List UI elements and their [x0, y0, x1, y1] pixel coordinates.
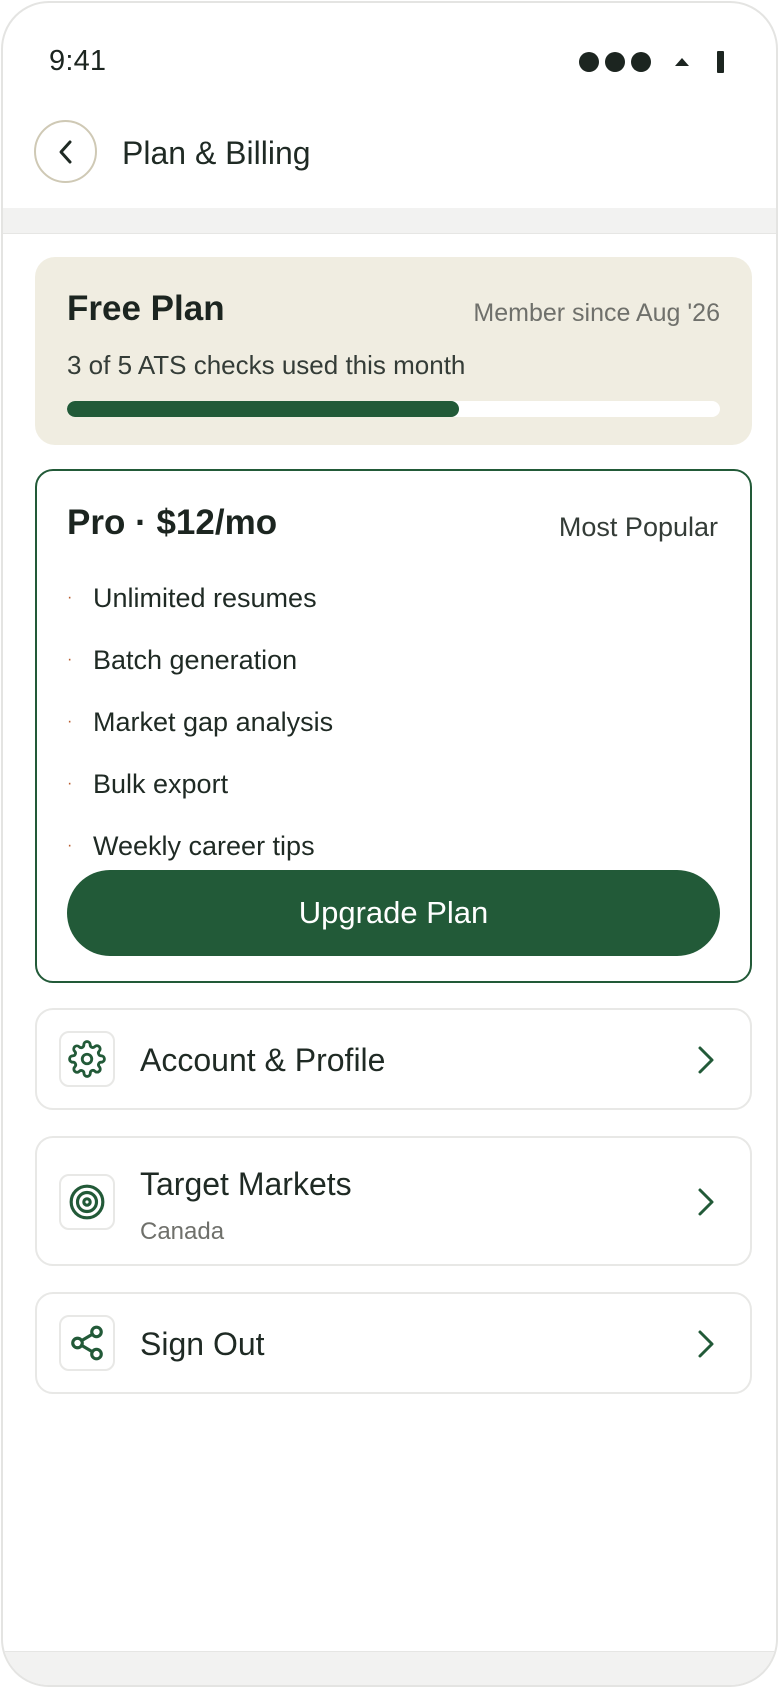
most-popular-badge: Most Popular [558, 512, 718, 542]
signout-icon-box [59, 1315, 115, 1371]
account-icon-box [59, 1031, 115, 1087]
menu-item-sublabel: Canada [140, 1218, 225, 1245]
bullet-icon: · [67, 713, 73, 730]
signal-dot-icon [579, 52, 599, 72]
feature-item: · Batch generation [67, 629, 333, 691]
current-plan-title: Free Plan [67, 289, 225, 328]
menu-item-label: Sign Out [140, 1326, 265, 1362]
bullet-icon: · [67, 775, 73, 792]
feature-label: Market gap analysis [93, 706, 334, 737]
signal-dot-icon [631, 52, 651, 72]
chevron-right-icon [694, 1327, 718, 1361]
current-plan-card: Free Plan Member since Aug '26 3 of 5 AT… [35, 257, 752, 445]
signal-dot-icon [605, 52, 625, 72]
usage-progress-bar [67, 401, 720, 417]
menu-item-label: Account & Profile [140, 1042, 386, 1078]
feature-item: · Unlimited resumes [67, 567, 333, 629]
share-icon [71, 1325, 103, 1361]
bottom-bar [3, 1651, 776, 1685]
markets-icon-box [59, 1174, 115, 1230]
page-header: Plan & Billing [3, 113, 776, 205]
feature-label: Weekly career tips [93, 830, 315, 861]
menu-item-sign-out[interactable]: Sign Out [35, 1292, 752, 1394]
pro-plan-title: Pro · $12/mo [67, 503, 278, 542]
status-icons [579, 51, 724, 73]
member-since-text: Member since Aug '26 [473, 299, 720, 327]
bullet-icon: · [67, 837, 73, 854]
feature-item: · Bulk export [67, 753, 333, 815]
wifi-icon [675, 58, 689, 66]
menu-item-target-markets[interactable]: Target Markets Canada [35, 1136, 752, 1266]
feature-label: Bulk export [93, 768, 229, 799]
menu-item-account-profile[interactable]: Account & Profile [35, 1008, 752, 1110]
feature-item: · Market gap analysis [67, 691, 333, 753]
usage-progress-fill [67, 401, 459, 417]
chevron-right-icon [694, 1043, 718, 1077]
chevron-right-icon [694, 1185, 718, 1219]
gear-icon [68, 1040, 106, 1078]
back-button[interactable] [34, 120, 97, 183]
feature-label: Batch generation [93, 644, 298, 675]
phone-screen: 9:41 Plan & Billing Free Plan Member sin… [1, 1, 778, 1687]
feature-label: Unlimited resumes [93, 582, 317, 613]
section-divider [3, 208, 776, 234]
pro-plan-card: Pro · $12/mo Most Popular · Unlimited re… [35, 469, 752, 983]
chevron-left-icon [59, 140, 71, 163]
page-title: Plan & Billing [122, 135, 311, 171]
upgrade-plan-button[interactable]: Upgrade Plan [67, 870, 720, 956]
menu-item-label: Target Markets [140, 1166, 352, 1202]
bullet-icon: · [67, 651, 73, 668]
feature-item: · Weekly career tips [67, 815, 333, 877]
feature-list: · Unlimited resumes · Batch generation ·… [67, 567, 333, 877]
bullet-icon: · [67, 589, 73, 606]
status-bar: 9:41 [3, 3, 776, 103]
status-time: 9:41 [49, 45, 107, 77]
target-icon [69, 1184, 105, 1220]
usage-text: 3 of 5 ATS checks used this month [67, 350, 466, 380]
battery-icon [717, 51, 724, 73]
